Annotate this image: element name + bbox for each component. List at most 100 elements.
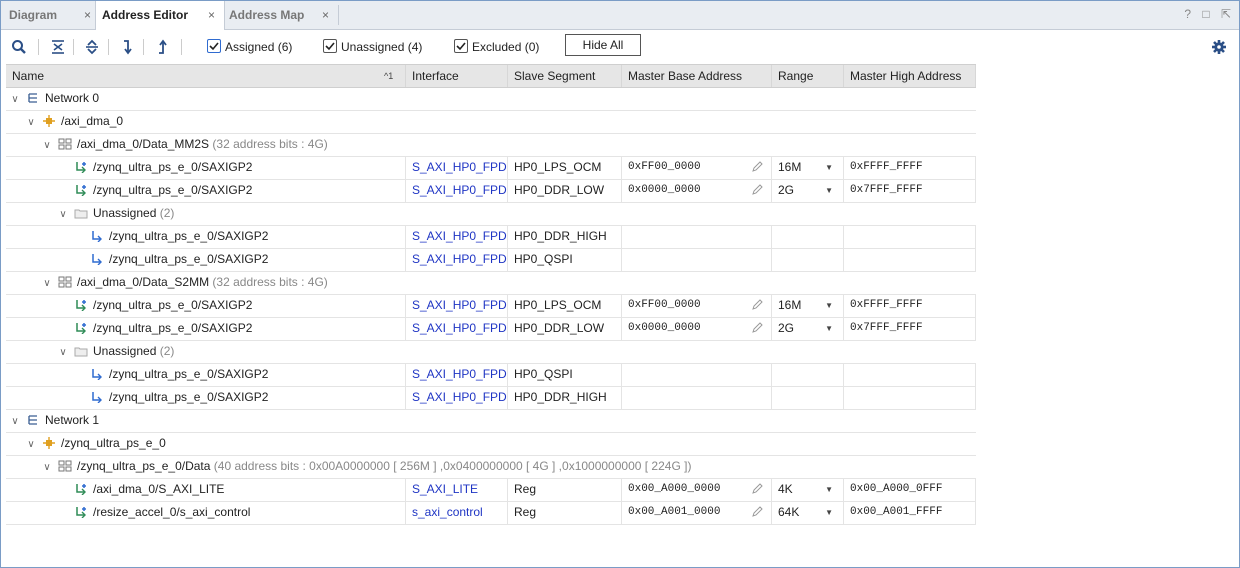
close-icon[interactable]: ×	[208, 1, 215, 29]
column-name[interactable]: Name ^1	[6, 65, 406, 87]
interface-cell[interactable]: S_AXI_HP0_FPD	[406, 156, 508, 179]
tab-diagram[interactable]: Diagram ×	[9, 1, 97, 29]
column-interface[interactable]: Interface	[406, 65, 508, 87]
segment-row[interactable]: /zynq_ultra_ps_e_0/SAXIGP2 S_AXI_HP0_FPD H…	[6, 225, 976, 249]
dropdown-arrow-icon[interactable]: ▼	[825, 317, 833, 340]
ip-row[interactable]: ∨ /axi_dma_0	[6, 110, 976, 134]
network-row[interactable]: ∨ Network 1	[6, 409, 976, 433]
base-address-cell[interactable]: 0xFF00_0000	[622, 156, 772, 179]
interface-cell[interactable]: S_AXI_LITE	[406, 478, 508, 501]
restore-icon[interactable]: □	[1202, 7, 1209, 21]
dropdown-arrow-icon[interactable]: ▼	[825, 156, 833, 179]
column-range[interactable]: Range	[772, 65, 844, 87]
interface-cell[interactable]: S_AXI_HP0_FPD	[406, 317, 508, 340]
interface-cell[interactable]: S_AXI_HP0_FPD	[406, 179, 508, 202]
interface-cell[interactable]: S_AXI_HP0_FPD	[406, 294, 508, 317]
interface-cell[interactable]: S_AXI_HP0_FPD	[406, 363, 508, 386]
search-icon[interactable]	[10, 38, 28, 56]
close-icon[interactable]: ×	[322, 1, 329, 29]
edit-pencil-icon[interactable]	[751, 299, 763, 311]
range-cell[interactable]: 4K ▼	[772, 478, 844, 501]
unassign-icon[interactable]	[153, 38, 171, 56]
range-cell[interactable]: 16M ▼	[772, 156, 844, 179]
range-cell-value: 64K	[778, 505, 800, 519]
ip-block-icon	[43, 437, 55, 449]
unassigned-checkbox[interactable]: Unassigned (4)	[323, 39, 422, 55]
edit-pencil-icon[interactable]	[751, 483, 763, 495]
dropdown-arrow-icon[interactable]: ▼	[825, 478, 833, 501]
column-master-base-address[interactable]: Master Base Address	[622, 65, 772, 87]
row-label: /zynq_ultra_ps_e_0/SAXIGP2	[109, 229, 269, 243]
float-icon[interactable]: ⇱	[1221, 7, 1231, 21]
segment-row[interactable]: /zynq_ultra_ps_e_0/SAXIGP2 S_AXI_HP0_FPD H…	[6, 179, 976, 203]
segment-row[interactable]: /zynq_ultra_ps_e_0/SAXIGP2 S_AXI_HP0_FPD H…	[6, 317, 976, 341]
edit-pencil-icon[interactable]	[751, 506, 763, 518]
base-address-cell[interactable]: 0x00_A001_0000	[622, 501, 772, 524]
segment-row[interactable]: /zynq_ultra_ps_e_0/SAXIGP2 S_AXI_HP0_FPD H…	[6, 363, 976, 387]
range-cell[interactable]: 16M ▼	[772, 294, 844, 317]
dropdown-arrow-icon[interactable]: ▼	[825, 179, 833, 202]
chevron-down-icon[interactable]: ∨	[58, 203, 68, 225]
edit-pencil-icon[interactable]	[751, 161, 763, 173]
tab-address-map[interactable]: Address Map ×	[229, 1, 339, 29]
chevron-down-icon[interactable]: ∨	[10, 410, 20, 432]
excluded-checkbox[interactable]: Excluded (0)	[454, 39, 539, 55]
edit-pencil-icon[interactable]	[751, 322, 763, 334]
base-address-cell[interactable]: 0x0000_0000	[622, 317, 772, 340]
interface-cell[interactable]: S_AXI_HP0_FPD	[406, 248, 508, 271]
tab-address-map-label: Address Map	[229, 8, 305, 22]
column-slave-segment[interactable]: Slave Segment	[508, 65, 622, 87]
chevron-down-icon[interactable]: ∨	[42, 134, 52, 156]
gear-icon[interactable]	[1211, 39, 1227, 55]
assigned-checkbox[interactable]: Assigned (6)	[207, 39, 292, 55]
chevron-down-icon[interactable]: ∨	[26, 433, 36, 455]
space-row[interactable]: ∨ /zynq_ultra_ps_e_0/Data (40 address bit…	[6, 455, 976, 479]
segment-row[interactable]: /resize_accel_0/s_axi_control s_axi_contr…	[6, 501, 976, 525]
chevron-down-icon[interactable]: ∨	[10, 88, 20, 110]
chevron-down-icon[interactable]: ∨	[58, 341, 68, 363]
row-label: /zynq_ultra_ps_e_0/Data	[77, 459, 211, 473]
base-address-cell[interactable]: 0x00_A000_0000	[622, 478, 772, 501]
expand-all-icon[interactable]	[83, 38, 101, 56]
edit-pencil-icon[interactable]	[751, 184, 763, 196]
interface-cell[interactable]: S_AXI_HP0_FPD	[406, 225, 508, 248]
space-row[interactable]: ∨ /axi_dma_0/Data_S2MM (32 address bits :…	[6, 271, 976, 295]
dropdown-arrow-icon[interactable]: ▼	[825, 294, 833, 317]
space-row[interactable]: ∨ /axi_dma_0/Data_MM2S (32 address bits :…	[6, 133, 976, 157]
slave-segment-cell-value: HP0_LPS_OCM	[514, 160, 602, 174]
collapse-all-icon[interactable]	[49, 38, 67, 56]
folder-row[interactable]: ∨ Unassigned (2)	[6, 340, 976, 364]
range-cell[interactable]: 64K ▼	[772, 501, 844, 524]
folder-row[interactable]: ∨ Unassigned (2)	[6, 202, 976, 226]
base-address-cell[interactable]: 0xFF00_0000	[622, 294, 772, 317]
assign-icon[interactable]	[118, 38, 136, 56]
row-label: /zynq_ultra_ps_e_0/SAXIGP2	[109, 367, 269, 381]
base-address-cell[interactable]: 0x0000_0000	[622, 179, 772, 202]
interface-cell[interactable]: S_AXI_HP0_FPD	[406, 386, 508, 409]
name-cell: ∨ Network 0	[6, 87, 976, 110]
dropdown-arrow-icon[interactable]: ▼	[825, 501, 833, 524]
segment-row[interactable]: /zynq_ultra_ps_e_0/SAXIGP2 S_AXI_HP0_FPD H…	[6, 386, 976, 410]
network-icon	[28, 415, 37, 425]
segment-row[interactable]: /zynq_ultra_ps_e_0/SAXIGP2 S_AXI_HP0_FPD H…	[6, 156, 976, 180]
assigned-label: Assigned (6)	[225, 40, 293, 54]
range-cell[interactable]: 2G ▼	[772, 179, 844, 202]
segment-row[interactable]: /zynq_ultra_ps_e_0/SAXIGP2 S_AXI_HP0_FPD H…	[6, 294, 976, 318]
tab-address-editor[interactable]: Address Editor ×	[95, 1, 225, 30]
assigned-segment-icon	[76, 162, 86, 173]
help-icon[interactable]: ?	[1184, 7, 1191, 21]
base-address-cell-value: 0x00_A000_0000	[628, 483, 721, 495]
chevron-down-icon[interactable]: ∨	[26, 111, 36, 133]
chevron-down-icon[interactable]: ∨	[42, 456, 52, 478]
interface-cell[interactable]: s_axi_control	[406, 501, 508, 524]
segment-row[interactable]: /zynq_ultra_ps_e_0/SAXIGP2 S_AXI_HP0_FPD H…	[6, 248, 976, 272]
ip-row[interactable]: ∨ /zynq_ultra_ps_e_0	[6, 432, 976, 456]
hide-all-button[interactable]: Hide All	[565, 34, 641, 56]
column-master-high-address[interactable]: Master High Address	[844, 65, 976, 87]
range-cell[interactable]: 2G ▼	[772, 317, 844, 340]
network-row[interactable]: ∨ Network 0	[6, 87, 976, 111]
chevron-down-icon[interactable]: ∨	[42, 272, 52, 294]
close-icon[interactable]: ×	[84, 1, 91, 29]
name-cell: /resize_accel_0/s_axi_control	[6, 501, 406, 524]
segment-row[interactable]: /axi_dma_0/S_AXI_LITE S_AXI_LITE Reg 0x00_A…	[6, 478, 976, 502]
